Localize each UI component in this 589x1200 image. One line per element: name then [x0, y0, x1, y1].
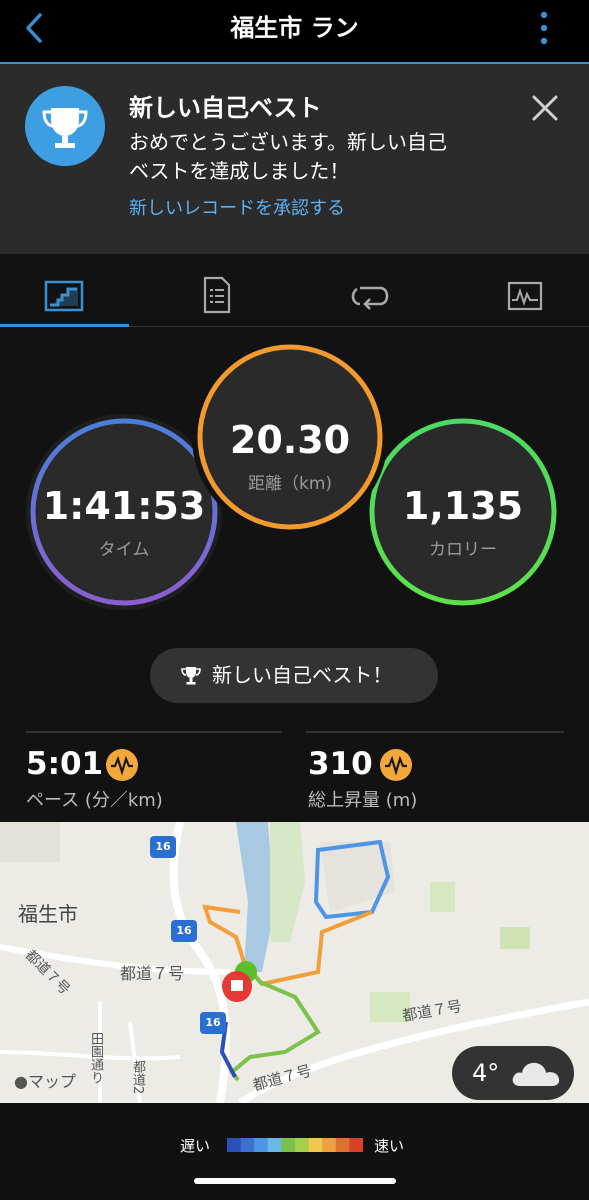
route-shield: 16 [150, 836, 176, 858]
tab-details[interactable] [152, 264, 280, 328]
legend-color-swatch [308, 1138, 323, 1152]
route-shield: 16 [171, 920, 197, 942]
distance-value: 20.30 [229, 418, 351, 462]
tab-charts[interactable] [461, 264, 589, 328]
legend-fast-label: 速い [374, 1137, 405, 1155]
document-icon [203, 276, 231, 314]
elevation-label: 総上昇量 (m) [308, 790, 418, 811]
distance-stat: 20.30 距離（km) [191, 338, 389, 536]
banner-title: 新しい自己ベスト [129, 94, 322, 122]
elevation-value: 310 [308, 746, 373, 782]
legend-color-swatch [295, 1138, 309, 1152]
weather-badge[interactable]: 4° [452, 1046, 574, 1100]
legend-color-swatch [281, 1138, 296, 1152]
metric-divider [306, 731, 564, 733]
home-indicator[interactable] [194, 1178, 396, 1184]
pace-value: 5:01 [26, 746, 104, 782]
metric-divider [26, 731, 282, 733]
app-header: 福生市 ラン [0, 0, 589, 62]
legend-color-swatch [335, 1138, 350, 1152]
approve-record-link[interactable]: 新しいレコードを承認する [129, 194, 345, 220]
pace-legend: 遅い 速い [0, 1103, 589, 1200]
route-shield: 16 [200, 1012, 226, 1034]
personal-record-banner: 新しい自己ベスト おめでとうございます。新しい自己 ベストを達成しました！ 新し… [0, 64, 589, 254]
map-city-label: 福生市 [18, 902, 78, 926]
cloud-icon [512, 1062, 560, 1086]
legend-color-swatch [322, 1138, 337, 1152]
laps-loop-icon [351, 286, 389, 310]
kebab-menu-icon[interactable] [536, 10, 552, 46]
map-road-label: 都道７号 [120, 964, 185, 983]
trophy-icon [181, 667, 201, 685]
page-title: 福生市 ラン [230, 14, 359, 42]
tab-selected-indicator [0, 324, 129, 327]
banner-message-line-2: ベストを達成しました！ [129, 159, 350, 183]
legend-slow-label: 遅い [180, 1137, 211, 1155]
legend-color-swatch [254, 1138, 269, 1152]
apple-logo-icon: ● [14, 1072, 28, 1091]
calories-value: 1,135 [402, 484, 524, 528]
tab-overview[interactable] [0, 264, 128, 328]
calories-stat: 1,135 カロリー [365, 414, 561, 610]
time-label: タイム [98, 540, 150, 560]
calories-label: カロリー [429, 540, 497, 560]
close-icon[interactable] [527, 90, 563, 126]
elevation-metric: 310 総上昇量 (m) [308, 746, 564, 812]
pace-metric: 5:01 ペース (分／km) [26, 746, 282, 812]
tab-laps[interactable] [306, 264, 434, 328]
legend-color-scale [227, 1137, 364, 1152]
wave-icon[interactable] [106, 749, 138, 781]
activity-chart-icon [507, 281, 543, 311]
personal-record-label: 新しい自己ベスト！ [212, 663, 393, 687]
wave-icon[interactable] [380, 749, 412, 781]
legend-color-swatch [267, 1138, 282, 1152]
overview-chart-icon [44, 280, 84, 312]
map-road-label: 都道2 [130, 1060, 145, 1095]
weather-temperature: 4° [472, 1059, 500, 1087]
legend-color-swatch [349, 1138, 364, 1152]
personal-record-button[interactable]: 新しい自己ベスト！ [150, 648, 438, 703]
map-attribution-text: マップ [27, 1072, 76, 1091]
pace-label: ペース (分／km) [26, 790, 163, 811]
distance-label: 距離（km) [247, 474, 333, 494]
legend-color-swatch [227, 1138, 241, 1152]
map-road-label: 田園通り [88, 1032, 103, 1084]
map-attribution: ●マップ [14, 1068, 76, 1092]
trophy-icon [25, 86, 105, 166]
tab-bar [0, 264, 589, 328]
legend-color-bar [227, 1138, 364, 1152]
banner-message: おめでとうございます。新しい自己 ベストを達成しました！ [129, 128, 499, 186]
legend-color-swatch [240, 1138, 255, 1152]
banner-message-line-1: おめでとうございます。新しい自己 [129, 130, 447, 154]
